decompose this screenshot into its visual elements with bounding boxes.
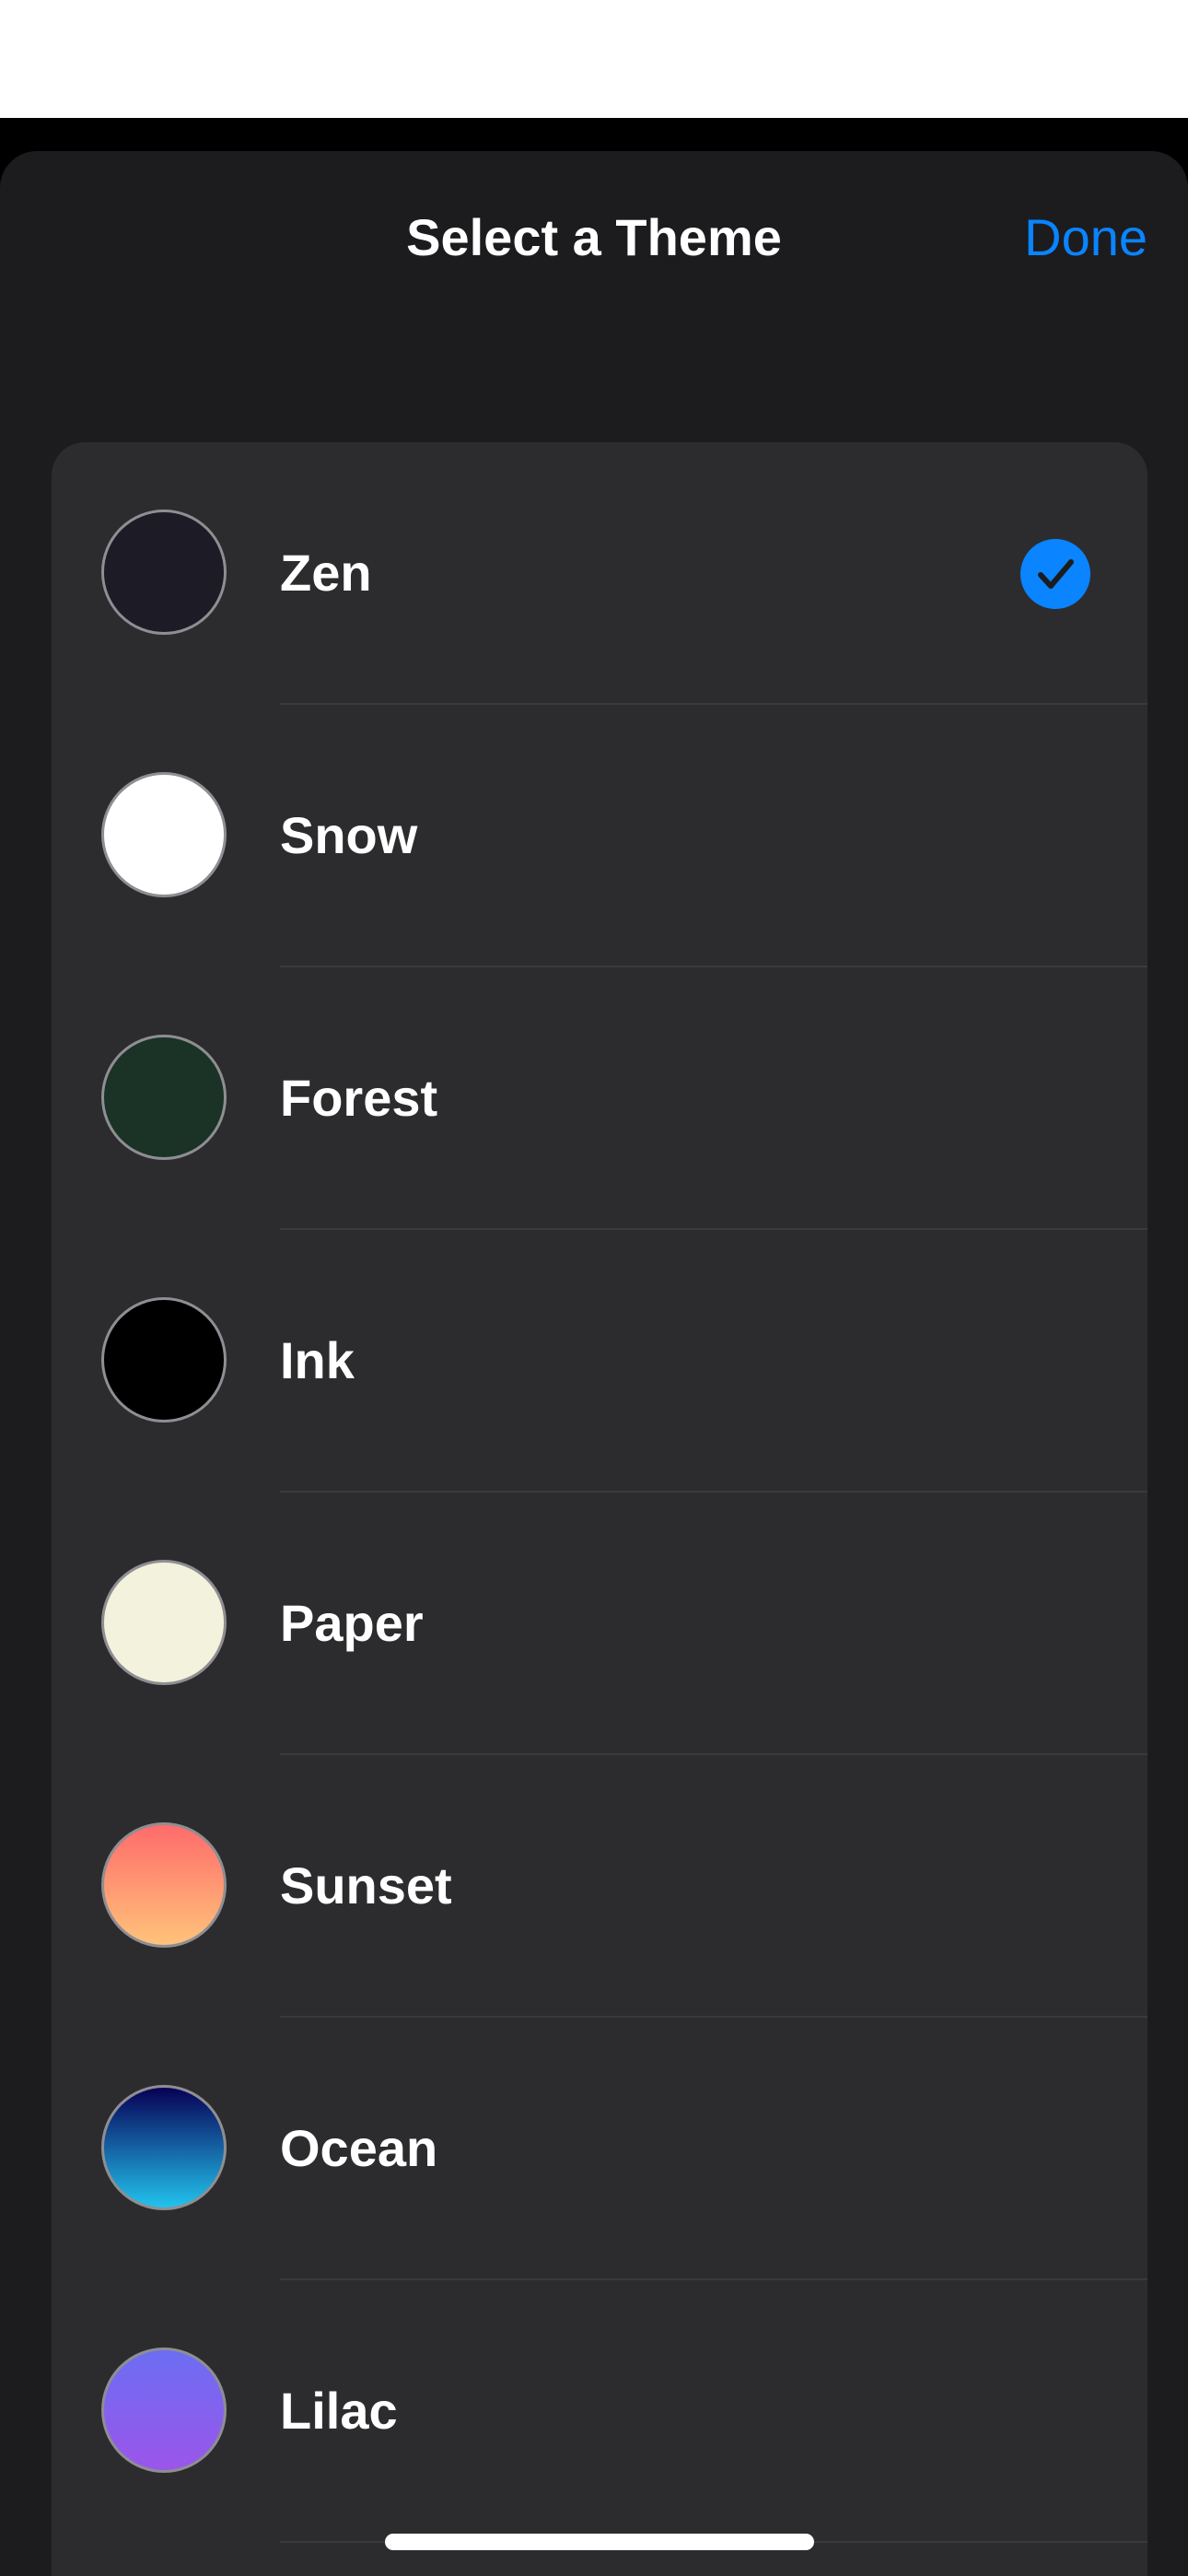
sheet-title: Select a Theme — [406, 208, 782, 266]
theme-swatch-forest — [101, 1035, 227, 1160]
theme-label: Ink — [280, 1331, 355, 1389]
home-indicator[interactable] — [385, 2534, 814, 2550]
theme-swatch-zen — [101, 509, 227, 635]
theme-row-snow[interactable]: Snow — [52, 705, 1147, 967]
theme-label: Ocean — [280, 2119, 438, 2177]
theme-sheet: Select a Theme Done Zen Snow Forest Ink — [0, 151, 1188, 2576]
theme-swatch-ink — [101, 1297, 227, 1423]
theme-row-zen[interactable]: Zen — [52, 442, 1147, 705]
theme-label: Sunset — [280, 1856, 452, 1914]
theme-swatch-sunset — [101, 1822, 227, 1948]
theme-row-forest[interactable]: Forest — [52, 967, 1147, 1230]
theme-row-paper[interactable]: Paper — [52, 1493, 1147, 1755]
status-bar-area — [0, 0, 1188, 118]
checkmark-circle-icon — [1020, 539, 1090, 609]
theme-swatch-paper — [101, 1560, 227, 1685]
done-button[interactable]: Done — [1024, 208, 1147, 267]
sheet-header: Select a Theme Done — [0, 151, 1188, 335]
theme-label: Lilac — [280, 2382, 398, 2440]
theme-label: Zen — [280, 544, 372, 602]
theme-row-ocean[interactable]: Ocean — [52, 2018, 1147, 2280]
theme-swatch-ocean — [101, 2085, 227, 2210]
theme-row-ink[interactable]: Ink — [52, 1230, 1147, 1493]
theme-swatch-snow — [101, 772, 227, 897]
theme-list: Zen Snow Forest Ink Paper Sunset Ocean L… — [52, 442, 1147, 2576]
theme-row-sunset[interactable]: Sunset — [52, 1755, 1147, 2018]
theme-label: Forest — [280, 1069, 438, 1127]
theme-swatch-lilac — [101, 2348, 227, 2473]
theme-row-lilac[interactable]: Lilac — [52, 2280, 1147, 2543]
theme-label: Snow — [280, 806, 418, 864]
theme-label: Paper — [280, 1594, 424, 1652]
